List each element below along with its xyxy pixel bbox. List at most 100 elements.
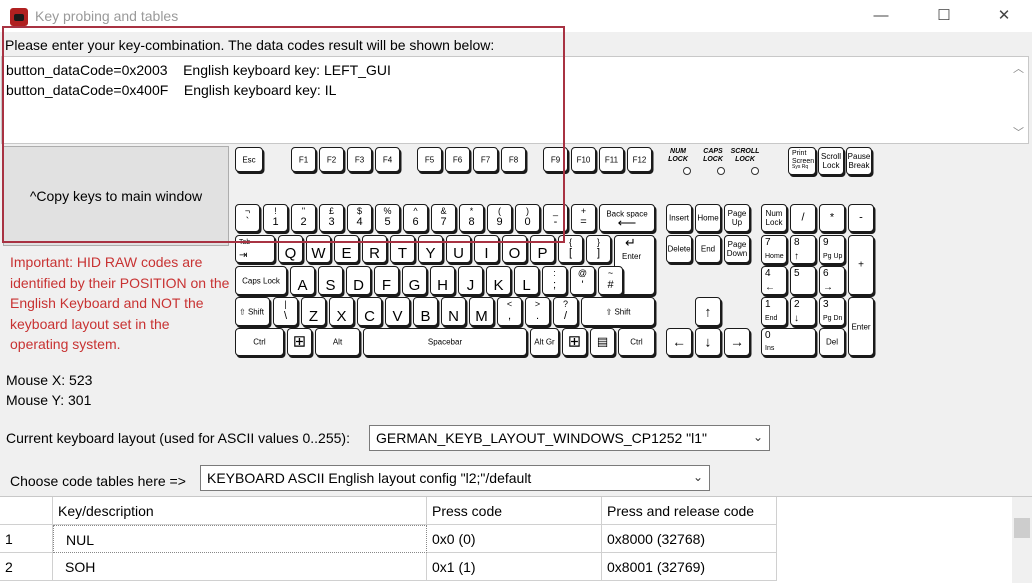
key-u[interactable]: U (446, 235, 471, 263)
key-minus[interactable]: _ - (543, 204, 568, 232)
table-cell[interactable]: 0x1 (1) (427, 553, 602, 581)
key-e[interactable]: E (334, 235, 359, 263)
key-right-bracket[interactable]: }] (586, 235, 611, 263)
key-num-enter[interactable]: Enter (848, 297, 874, 356)
key-f6[interactable]: F6 (445, 147, 470, 172)
key-f7[interactable]: F7 (473, 147, 498, 172)
key-d[interactable]: D (346, 266, 371, 295)
key-6[interactable]: ^ 6 (403, 204, 428, 232)
key-f8[interactable]: F8 (501, 147, 526, 172)
key-num-5[interactable]: 5 (790, 266, 816, 295)
key-arrow-right[interactable]: → (724, 328, 750, 356)
key-left-ctrl[interactable]: Ctrl (235, 328, 284, 356)
key-semicolon[interactable]: :; (542, 266, 567, 295)
key-comma[interactable]: <, (497, 297, 522, 326)
key-x[interactable]: X (329, 297, 354, 326)
key-num-1[interactable]: 1 End (761, 297, 787, 326)
minimize-button[interactable]: — (858, 0, 904, 32)
key-a[interactable]: A (290, 266, 315, 295)
key-k[interactable]: K (486, 266, 511, 295)
key-esc[interactable]: Esc (235, 147, 263, 172)
table-cell[interactable]: 0x8001 (32769) (602, 553, 777, 581)
key-page-up[interactable]: Page Up (724, 204, 750, 232)
key-left-windows[interactable]: ⊞ (287, 328, 312, 356)
table-scrollbar[interactable] (1012, 497, 1032, 583)
key-7[interactable]: & 7 (431, 204, 456, 232)
key-arrow-up[interactable]: ↑ (695, 297, 721, 326)
key-left-alt[interactable]: Alt (315, 328, 360, 356)
key-4[interactable]: $4 (347, 204, 372, 232)
key-z[interactable]: Z (301, 297, 326, 326)
key-h[interactable]: H (430, 266, 455, 295)
key-caps-lock[interactable]: Caps Lock (235, 266, 287, 295)
key-f2[interactable]: F2 (319, 147, 344, 172)
key-left-shift[interactable]: ⇧ Shift (235, 297, 270, 326)
key-3[interactable]: £3 (319, 204, 344, 232)
key-num-plus[interactable]: + (848, 235, 874, 295)
key-delete[interactable]: Delete (666, 235, 692, 263)
key-right-windows[interactable]: ⊞ (562, 328, 587, 356)
key-m[interactable]: M (469, 297, 494, 326)
scroll-down-icon[interactable]: ﹀ (1013, 124, 1024, 140)
key-num-2[interactable]: 2 ↓ (790, 297, 816, 326)
key-arrow-down[interactable]: ↓ (695, 328, 721, 356)
key-f5[interactable]: F5 (417, 147, 442, 172)
key-f10[interactable]: F10 (571, 147, 596, 172)
table-cell[interactable]: SOH (53, 553, 427, 581)
copy-keys-button[interactable]: ^Copy keys to main window (3, 146, 229, 246)
key-c[interactable]: C (357, 297, 382, 326)
key-i[interactable]: I (474, 235, 499, 263)
code-tables-dropdown[interactable]: KEYBOARD ASCII English layout config "l2… (200, 465, 710, 491)
key-p[interactable]: P (530, 235, 555, 263)
key-2[interactable]: " 2 (291, 204, 316, 232)
key-output-textarea[interactable]: button_dataCode=0x2003 English keyboard … (1, 56, 1029, 144)
key-page-down[interactable]: Page Down (724, 235, 750, 263)
key-num-minus[interactable]: - (848, 204, 874, 232)
key-backspace[interactable]: Back space ⟵ (599, 204, 655, 232)
key-f1[interactable]: F1 (291, 147, 316, 172)
maximize-button[interactable]: ☐ (921, 0, 967, 32)
key-menu[interactable]: ▤ (590, 328, 615, 356)
key-8[interactable]: * 8 (459, 204, 484, 232)
table-header-press-release[interactable]: Press and release code (602, 497, 777, 525)
close-button[interactable]: ✕ (981, 0, 1027, 32)
key-v[interactable]: V (385, 297, 410, 326)
key-scroll-lock[interactable]: Scroll Lock (818, 147, 844, 175)
key-num-7[interactable]: 7 Home (761, 235, 787, 264)
key-num-3[interactable]: 3 Pg Dn (819, 297, 845, 326)
key-9[interactable]: (9 (487, 204, 512, 232)
key-l[interactable]: L (514, 266, 539, 295)
key-alt-gr[interactable]: Alt Gr (530, 328, 559, 356)
key-f12[interactable]: F12 (627, 147, 652, 172)
key-0[interactable]: ) 0 (515, 204, 540, 232)
key-print-screen[interactable]: Print Screen Sys Rq (788, 147, 816, 175)
key-right-shift[interactable]: ⇧ Shift (581, 297, 655, 326)
key-insert[interactable]: Insert (666, 204, 692, 232)
key-o[interactable]: O (502, 235, 527, 263)
key-f3[interactable]: F3 (347, 147, 372, 172)
key-num-divide[interactable]: / (790, 204, 816, 232)
key-f11[interactable]: F11 (599, 147, 624, 172)
key-arrow-left[interactable]: ← (666, 328, 692, 356)
key-f4[interactable]: F4 (375, 147, 400, 172)
scroll-up-icon[interactable]: ︿ (1013, 60, 1024, 76)
key-num-lock[interactable]: Num Lock (761, 204, 787, 232)
table-scrollbar-thumb[interactable] (1014, 518, 1030, 538)
key-hash[interactable]: ~ # (598, 266, 623, 295)
key-backslash[interactable]: | \ (273, 297, 298, 326)
key-period[interactable]: >. (525, 297, 550, 326)
key-f[interactable]: F (374, 266, 399, 295)
key-num-8[interactable]: 8 ↑ (790, 235, 816, 264)
key-f9[interactable]: F9 (543, 147, 568, 172)
keyboard-image[interactable]: Esc F1 F2 F3 F4 F5 F6 F7 F8 F9 F10 F11 F… (230, 142, 880, 362)
key-tab[interactable]: Tab ⇥ (235, 235, 275, 263)
key-num-0[interactable]: 0 Ins (761, 328, 816, 356)
key-num-del[interactable]: Del (819, 328, 845, 356)
key-1[interactable]: ! 1 (263, 204, 288, 232)
table-cell[interactable]: NUL (53, 525, 427, 553)
layout-dropdown[interactable]: GERMAN_KEYB_LAYOUT_WINDOWS_CP1252 "l1" ⌄ (369, 425, 770, 451)
key-num-6[interactable]: 6 → (819, 266, 845, 295)
key-t[interactable]: T (390, 235, 415, 263)
key-backtick[interactable]: ¬ ` (235, 204, 260, 232)
key-s[interactable]: S (318, 266, 343, 295)
